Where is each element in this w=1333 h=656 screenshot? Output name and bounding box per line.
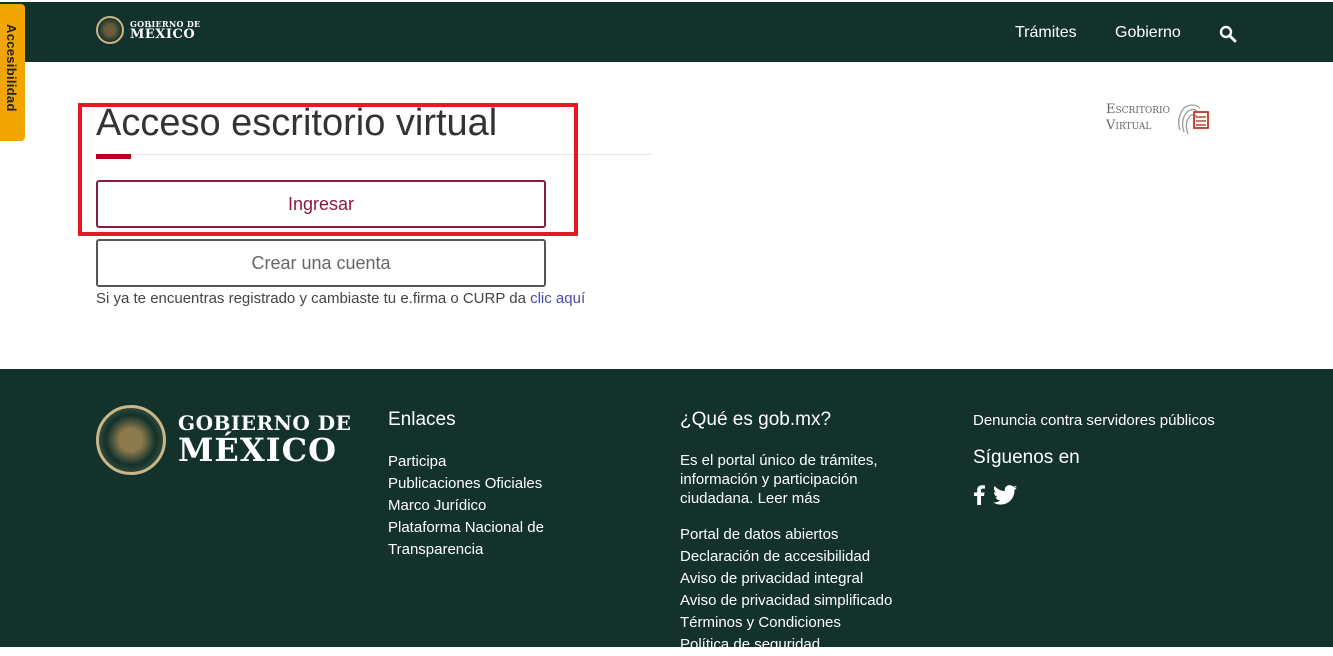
- footer-link-seguridad[interactable]: Política de seguridad: [680, 634, 920, 656]
- footer-social-column: Denuncia contra servidores públicos Sígu…: [973, 412, 1273, 505]
- ev-logo-line2: Virtual: [1106, 118, 1152, 133]
- footer-links-column: Enlaces Participa Publicaciones Oficiale…: [388, 409, 588, 561]
- footer-link-privacidad-integral[interactable]: Aviso de privacidad integral: [680, 568, 920, 590]
- footer-link-transparencia[interactable]: Plataforma Nacional de Transparencia: [388, 517, 588, 561]
- social-icons: [973, 485, 1273, 505]
- nav-tramites[interactable]: Trámites: [1015, 24, 1077, 42]
- site-footer: GOBIERNO DE MÉXICO Enlaces Participa Pub…: [0, 369, 1333, 653]
- footer-links-title: Enlaces: [388, 409, 456, 430]
- footer-gobierno-logo[interactable]: GOBIERNO DE MÉXICO: [96, 405, 351, 475]
- escritorio-virtual-logo: Escritorio Virtual: [1106, 98, 1212, 138]
- footer-about-text: Es el portal único de trámites, informac…: [680, 452, 878, 507]
- report-link[interactable]: Denuncia contra servidores públicos: [973, 412, 1273, 429]
- coat-of-arms-icon: [96, 16, 124, 44]
- footer-link-privacidad-simplificado[interactable]: Aviso de privacidad simplificado: [680, 590, 920, 612]
- search-icon[interactable]: [1219, 25, 1237, 43]
- gobierno-logo[interactable]: GOBIERNO DE MÉXICO: [96, 16, 200, 44]
- footer-link-participa[interactable]: Participa: [388, 451, 588, 473]
- help-text-body: Si ya te encuentras registrado y cambias…: [96, 290, 531, 307]
- accessibility-tab-label: Accesibilidad: [4, 24, 19, 112]
- footer-link-datos-abiertos[interactable]: Portal de datos abiertos: [680, 524, 920, 546]
- coat-of-arms-icon: [96, 405, 166, 475]
- footer-logo-line2: MÉXICO: [178, 430, 337, 469]
- footer-link-terminos[interactable]: Términos y Condiciones: [680, 612, 920, 634]
- nav-gobierno[interactable]: Gobierno: [1115, 24, 1181, 42]
- highlight-annotation: [78, 103, 578, 236]
- logo-line2: MÉXICO: [130, 26, 196, 42]
- footer-link-marco-juridico[interactable]: Marco Jurídico: [388, 495, 588, 517]
- accessibility-tab[interactable]: Accesibilidad: [0, 4, 25, 141]
- social-title: Síguenos en: [973, 447, 1080, 468]
- click-here-link[interactable]: clic aquí: [530, 290, 585, 307]
- help-text: Si ya te encuentras registrado y cambias…: [96, 290, 585, 307]
- footer-link-publicaciones[interactable]: Publicaciones Oficiales: [388, 473, 588, 495]
- ev-logo-line1: Escritorio: [1106, 102, 1170, 117]
- footer-link-accesibilidad[interactable]: Declaración de accesibilidad: [680, 546, 920, 568]
- fingerprint-icon: [1178, 104, 1209, 135]
- footer-about-column: ¿Qué es gob.mx? Es el portal único de tr…: [680, 409, 920, 656]
- create-account-button[interactable]: Crear una cuenta: [96, 239, 546, 287]
- facebook-icon[interactable]: [973, 485, 985, 505]
- footer-about-title: ¿Qué es gob.mx?: [680, 409, 832, 430]
- top-navbar: GOBIERNO DE MÉXICO Trámites Gobierno: [0, 0, 1333, 62]
- twitter-icon[interactable]: [993, 485, 1017, 505]
